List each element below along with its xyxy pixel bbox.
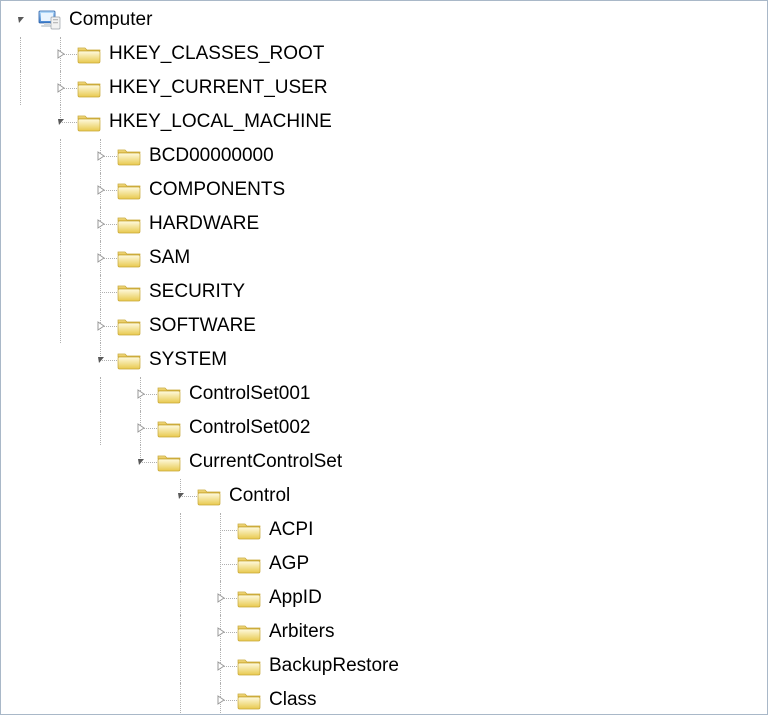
tree-item-label: SECURITY [149,275,245,309]
tree-item-label: ACPI [269,513,313,547]
expand-toggle-hkey-classes-root[interactable] [53,46,69,62]
tree-item-acpi[interactable]: ACPI [1,513,767,547]
tree-item-controlset001[interactable]: ControlSet001 [1,377,767,411]
expand-toggle-control[interactable] [173,488,189,504]
tree-item-label: HKEY_CURRENT_USER [109,71,328,105]
expand-toggle-controlset002[interactable] [133,420,149,436]
tree-item-label: Class [269,683,317,715]
tree-item-components[interactable]: COMPONENTS [1,173,767,207]
tree-item-computer[interactable]: Computer [1,3,767,37]
tree-item-label: ControlSet002 [189,411,310,445]
tree-item-security[interactable]: SECURITY [1,275,767,309]
expand-toggle-controlset001[interactable] [133,386,149,402]
expand-toggle-backuprestore[interactable] [213,658,229,674]
tree-item-label: ControlSet001 [189,377,310,411]
tree-item-bcd00000000[interactable]: BCD00000000 [1,139,767,173]
expand-toggle-sam[interactable] [93,250,109,266]
tree-item-appid[interactable]: AppID [1,581,767,615]
tree-item-label: Computer [69,3,152,37]
expand-toggle-hkey-local-machine[interactable] [53,114,69,130]
tree-item-class[interactable]: Class [1,683,767,715]
expand-toggle-computer[interactable] [13,12,29,28]
tree-item-sam[interactable]: SAM [1,241,767,275]
tree-item-label: Arbiters [269,615,334,649]
tree-item-controlset002[interactable]: ControlSet002 [1,411,767,445]
tree-item-label: COMPONENTS [149,173,285,207]
tree-item-label: SAM [149,241,190,275]
expand-toggle-appid[interactable] [213,590,229,606]
tree-item-label: SYSTEM [149,343,227,377]
tree-item-label: BackupRestore [269,649,399,683]
tree-item-hkey-local-machine[interactable]: HKEY_LOCAL_MACHINE [1,105,767,139]
tree-item-system[interactable]: SYSTEM [1,343,767,377]
tree-item-label: AppID [269,581,322,615]
tree-item-label: BCD00000000 [149,139,274,173]
tree-item-arbiters[interactable]: Arbiters [1,615,767,649]
expand-toggle-bcd00000000[interactable] [93,148,109,164]
registry-tree-panel: { "root": { "label": "Computer", "icon":… [0,0,768,715]
expand-toggle-software[interactable] [93,318,109,334]
expand-toggle-hardware[interactable] [93,216,109,232]
expand-toggle-class[interactable] [213,692,229,708]
expand-toggle-currentcontrolset[interactable] [133,454,149,470]
expand-toggle-hkey-current-user[interactable] [53,80,69,96]
tree-item-label: HARDWARE [149,207,259,241]
tree-item-label: AGP [269,547,309,581]
tree-item-label: HKEY_CLASSES_ROOT [109,37,324,71]
tree-item-backuprestore[interactable]: BackupRestore [1,649,767,683]
tree-item-label: HKEY_LOCAL_MACHINE [109,105,332,139]
tree-item-software[interactable]: SOFTWARE [1,309,767,343]
tree-item-hkey-classes-root[interactable]: HKEY_CLASSES_ROOT [1,37,767,71]
tree-item-currentcontrolset[interactable]: CurrentControlSet [1,445,767,479]
expand-toggle-arbiters[interactable] [213,624,229,640]
expand-toggle-system[interactable] [93,352,109,368]
registry-tree[interactable]: ComputerHKEY_CLASSES_ROOTHKEY_CURRENT_US… [1,1,767,715]
expand-toggle-components[interactable] [93,182,109,198]
tree-item-label: SOFTWARE [149,309,256,343]
tree-item-hardware[interactable]: HARDWARE [1,207,767,241]
tree-item-label: CurrentControlSet [189,445,342,479]
tree-item-agp[interactable]: AGP [1,547,767,581]
tree-item-control[interactable]: Control [1,479,767,513]
tree-item-label: Control [229,479,290,513]
tree-item-hkey-current-user[interactable]: HKEY_CURRENT_USER [1,71,767,105]
